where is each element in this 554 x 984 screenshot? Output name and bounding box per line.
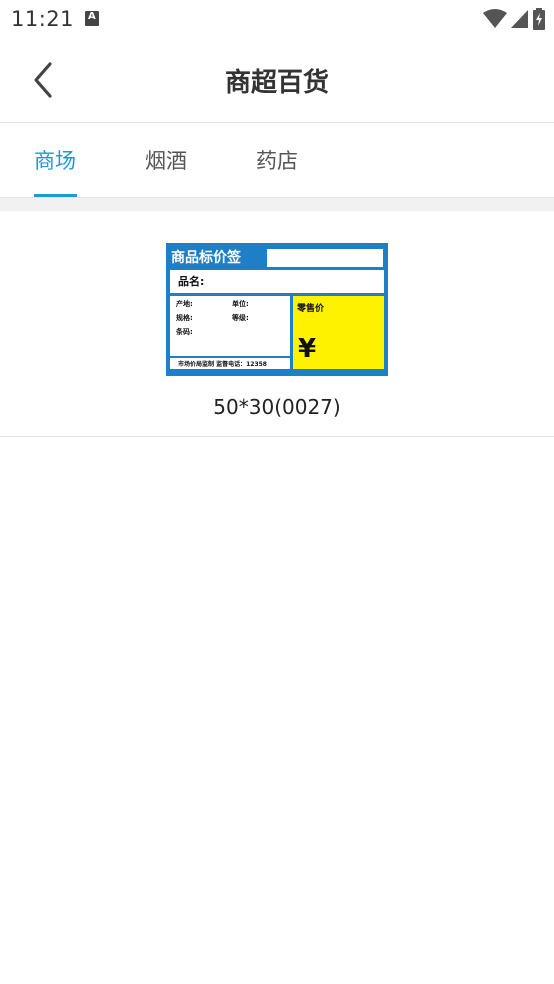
preview-unit-label: 单位: xyxy=(232,300,249,308)
preview-name-row: 品名: xyxy=(170,270,384,293)
preview-footer-text: 市场价局监制 监督电话：12358 xyxy=(178,361,267,368)
divider-strip xyxy=(0,197,554,211)
tab-pharmacy[interactable]: 药店 xyxy=(256,145,298,175)
tab-tobacco-alcohol[interactable]: 烟酒 xyxy=(145,145,187,175)
template-card[interactable]: 商品标价签 品名: 产地: 单位: 规格: 等级: 条码: 市场价局监制 监督电… xyxy=(0,211,554,437)
status-time: 11:21 xyxy=(11,7,75,31)
preview-details: 产地: 单位: 规格: 等级: 条码: xyxy=(170,296,290,356)
preview-grade-label: 等级: xyxy=(232,314,249,322)
system-icons xyxy=(483,8,545,30)
page-title: 商超百货 xyxy=(224,68,329,98)
app-bar: 商超百货 xyxy=(0,38,554,123)
battery-charging-icon xyxy=(533,8,545,30)
category-tabs: 商场 烟酒 药店 xyxy=(0,123,554,198)
template-caption: 50*30(0027) xyxy=(213,395,341,419)
preview-price-box: 零售价 ¥ xyxy=(293,296,384,369)
preview-retail-price-label: 零售价 xyxy=(297,304,325,314)
price-label-preview: 商品标价签 品名: 产地: 单位: 规格: 等级: 条码: 市场价局监制 监督电… xyxy=(166,243,388,376)
preview-header: 商品标价签 xyxy=(171,250,241,266)
status-bar: 11:21 xyxy=(0,0,554,38)
preview-origin-label: 产地: xyxy=(176,300,193,308)
preview-currency-symbol: ¥ xyxy=(298,334,317,364)
preview-name-label: 品名: xyxy=(178,275,205,288)
preview-header-blank xyxy=(267,249,383,267)
preview-spec-label: 规格: xyxy=(176,314,193,322)
a-icon xyxy=(85,11,99,26)
tab-mall[interactable]: 商场 xyxy=(34,145,76,175)
signal-icon xyxy=(511,10,528,28)
preview-footer: 市场价局监制 监督电话：12358 xyxy=(170,358,290,369)
wifi-icon xyxy=(483,9,507,28)
preview-barcode-label: 条码: xyxy=(176,328,193,336)
